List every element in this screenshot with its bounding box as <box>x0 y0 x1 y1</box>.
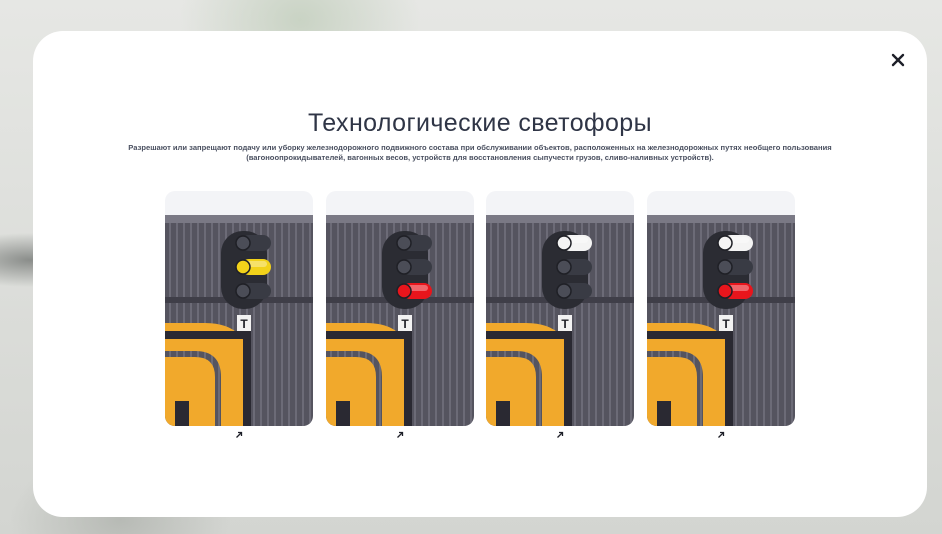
signal-illustration: Т <box>486 191 634 426</box>
card-link[interactable] <box>394 429 406 441</box>
signal-card[interactable]: Т <box>647 191 795 455</box>
signal-card[interactable]: Т <box>486 191 634 455</box>
signal-card[interactable]: Т <box>165 191 313 455</box>
arrow-up-right-icon <box>718 431 725 438</box>
card-link[interactable] <box>715 429 727 441</box>
signal-sign-label: Т <box>561 317 569 331</box>
arrow-up-right-icon <box>397 431 404 438</box>
close-button[interactable] <box>887 49 909 71</box>
signal-sign-label: Т <box>240 317 248 331</box>
arrow-up-right-icon <box>557 431 564 438</box>
card-link[interactable] <box>233 429 245 441</box>
modal-title: Технологические светофоры <box>308 109 652 137</box>
card-link[interactable] <box>554 429 566 441</box>
signal-illustration: Т <box>165 191 313 426</box>
signal-cards: Т Т Т Т <box>165 191 797 441</box>
signal-illustration: Т <box>647 191 795 426</box>
signal-sign-label: Т <box>401 317 409 331</box>
signal-sign-label: Т <box>722 317 730 331</box>
signal-card[interactable]: Т <box>326 191 474 455</box>
modal-dialog: Технологические светофоры Разрешают или … <box>33 31 927 517</box>
arrow-up-right-icon <box>236 431 243 438</box>
close-icon <box>891 53 905 67</box>
signal-illustration: Т <box>326 191 474 426</box>
modal-description: Разрешают или запрещают подачу или уборк… <box>128 143 832 162</box>
